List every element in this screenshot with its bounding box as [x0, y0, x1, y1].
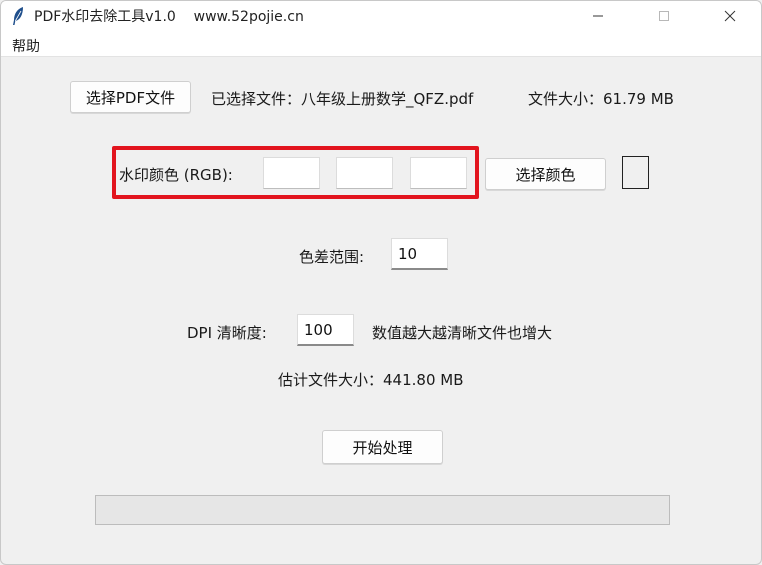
- color-swatch: [622, 156, 649, 189]
- estimated-size-label: 估计文件大小：441.80 MB: [278, 371, 464, 389]
- dpi-input[interactable]: 100: [297, 314, 354, 346]
- watermark-color-label: 水印颜色 (RGB):: [119, 166, 233, 184]
- dpi-hint-label: 数值越大越清晰文件也增大: [372, 324, 553, 342]
- choose-color-button[interactable]: 选择颜色: [485, 158, 606, 190]
- dpi-label: DPI 清晰度:: [187, 324, 267, 342]
- window-title: PDF水印去除工具v1.0 www.52pojie.cn: [34, 9, 304, 25]
- maximize-button[interactable]: [641, 1, 687, 31]
- app-window: PDF水印去除工具v1.0 www.52pojie.cn 帮助 选择PDF文件 …: [0, 0, 762, 565]
- selected-file-label: 已选择文件：八年级上册数学_QFZ.pdf: [211, 90, 474, 108]
- maximize-icon: [659, 11, 669, 21]
- file-size-label: 文件大小：61.79 MB: [528, 90, 674, 108]
- select-pdf-button[interactable]: 选择PDF文件: [70, 81, 191, 113]
- close-button[interactable]: [707, 1, 753, 31]
- rgb-b-input[interactable]: [410, 157, 467, 189]
- tolerance-label: 色差范围:: [299, 248, 365, 266]
- menu-bar: 帮助: [1, 31, 761, 57]
- rgb-g-input[interactable]: [336, 157, 393, 189]
- progress-bar: [95, 495, 670, 525]
- feather-icon: [11, 6, 25, 26]
- close-icon: [724, 10, 736, 22]
- rgb-r-input[interactable]: [263, 157, 320, 189]
- start-process-button[interactable]: 开始处理: [322, 430, 443, 464]
- minimize-button[interactable]: [575, 1, 621, 31]
- title-bar[interactable]: PDF水印去除工具v1.0 www.52pojie.cn: [1, 1, 761, 31]
- tolerance-input[interactable]: 10: [391, 238, 448, 270]
- menu-help[interactable]: 帮助: [12, 36, 40, 56]
- minimize-icon: [593, 15, 603, 17]
